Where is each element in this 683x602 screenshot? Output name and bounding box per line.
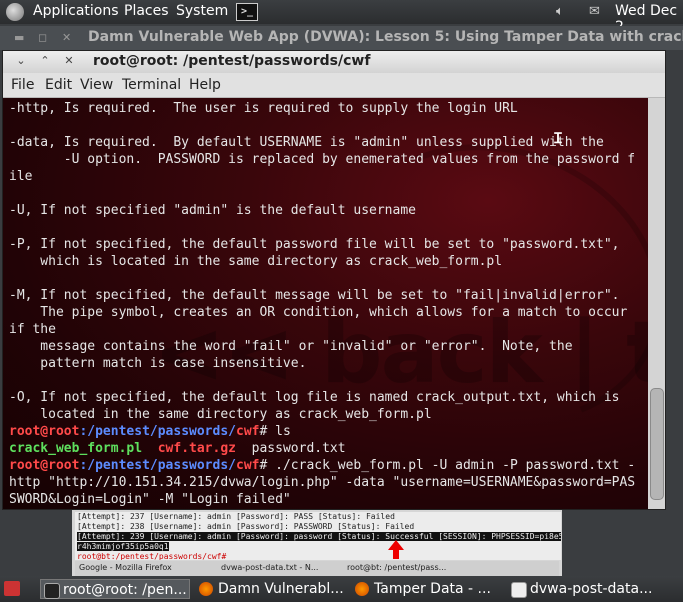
embedded-task: root@bt: /pentest/pass...: [347, 563, 447, 572]
chevron-up-icon[interactable]: ⌃: [37, 54, 53, 68]
menu-view[interactable]: View: [80, 77, 113, 93]
firefox-icon: [199, 582, 213, 596]
help-line: which is located in the same directory a…: [9, 254, 503, 269]
help-line: -M, If not specified, the default messag…: [9, 288, 620, 303]
command-run: SWORD&Login=Login" -M "Login failed": [9, 492, 291, 507]
minimize-icon[interactable]: ▬: [14, 31, 24, 44]
embedded-taskbar: Google - Mozilla Firefox dvwa-post-data.…: [75, 561, 559, 576]
terminal-title: root@root: /pentest/passwords/cwf: [93, 53, 371, 69]
help-line: message contains the word "fail" or "inv…: [9, 339, 573, 354]
command-run: http "http://10.151.34.215/dvwa/login.ph…: [9, 475, 636, 490]
menu-system[interactable]: System: [176, 3, 228, 19]
task-firefox-dvwa[interactable]: Damn Vulnerabl...: [196, 579, 346, 599]
menu-places[interactable]: Places: [124, 3, 169, 19]
help-line: The pipe symbol, creates an OR condition…: [9, 305, 628, 320]
close-icon[interactable]: ✕: [62, 31, 71, 44]
help-line: located in the same directory as crack_w…: [9, 407, 432, 422]
close-icon[interactable]: ✕: [61, 54, 77, 68]
menu-terminal[interactable]: Terminal: [122, 77, 181, 93]
volume-icon[interactable]: 🔈︎: [556, 4, 564, 19]
show-desktop-icon[interactable]: [4, 581, 20, 596]
terminal-menubar: File Edit View Terminal Help: [3, 73, 665, 98]
task-tamper-data[interactable]: Tamper Data - ...: [352, 579, 502, 599]
bottom-taskbar: root@root: /pen... Damn Vulnerabl... Tam…: [0, 576, 683, 602]
terminal-launcher-icon[interactable]: >_: [236, 3, 258, 21]
network-icon[interactable]: ✉: [589, 4, 600, 19]
firefox-icon: [355, 582, 369, 596]
top-panel: Applications Places System >_ 🔈︎ ✉ Wed D…: [0, 0, 683, 35]
terminal-icon: [44, 583, 60, 599]
prompt: root@root:/pentest/passwords/cwf#: [9, 424, 276, 439]
red-arrow-stem: [393, 549, 399, 559]
terminal-text: -http, Is required. The user is required…: [9, 100, 635, 508]
command-ls: ls: [275, 424, 291, 439]
embedded-terminal-output: [Attempt]: 237 [Username]: admin [Passwo…: [75, 512, 561, 560]
text-cursor-icon: Ｉ: [551, 131, 565, 147]
scrollbar-thumb[interactable]: [650, 388, 664, 500]
help-line: -data, Is required. By default USERNAME …: [9, 135, 604, 150]
prompt: root@root:/pentest/passwords/cwf#: [9, 458, 276, 473]
task-terminal[interactable]: root@root: /pen...: [40, 579, 190, 599]
menu-file[interactable]: File: [11, 77, 34, 93]
command-run: ./crack_web_form.pl -U admin -P password…: [275, 458, 636, 473]
distro-logo-icon[interactable]: [6, 3, 24, 21]
menu-edit[interactable]: Edit: [45, 77, 72, 93]
help-line: pattern match is case insensitive.: [9, 356, 307, 371]
help-line: -O, If not specified, the default log fi…: [9, 390, 620, 405]
help-line: if the: [9, 322, 56, 337]
terminal-scrollbar[interactable]: [648, 98, 665, 509]
task-text-editor[interactable]: dvwa-post-data...: [508, 579, 680, 599]
chevron-down-icon[interactable]: ⌄: [13, 54, 29, 68]
help-line: -U, If not specified "admin" is the defa…: [9, 203, 416, 218]
embedded-task: Google - Mozilla Firefox: [79, 563, 172, 572]
text-editor-icon: [511, 582, 527, 598]
help-line: -U option. PASSWORD is replaced by eneme…: [9, 152, 636, 167]
maximize-icon[interactable]: ◻: [38, 31, 47, 44]
embedded-task: dvwa-post-data.txt - N...: [221, 563, 319, 572]
menu-applications[interactable]: Applications: [33, 3, 119, 19]
ls-file: cwf.tar.gz: [157, 441, 236, 456]
ls-file: crack_web_form.pl: [9, 441, 143, 456]
help-line: -P, If not specified, the default passwo…: [9, 237, 620, 252]
help-line: ile: [9, 169, 33, 184]
terminal-titlebar[interactable]: ⌄ ⌃ ✕ root@root: /pentest/passwords/cwf: [3, 51, 665, 74]
ls-file: password.txt: [251, 441, 346, 456]
background-window-titlebar[interactable]: ▬ ◻ ✕ Damn Vulnerable Web App (DVWA): Le…: [0, 26, 683, 50]
embedded-screenshot: [Attempt]: 237 [Username]: admin [Passwo…: [72, 510, 562, 578]
background-window-title: Damn Vulnerable Web App (DVWA): Lesson 5…: [88, 29, 683, 45]
terminal-window: ⌄ ⌃ ✕ root@root: /pentest/passwords/cwf …: [2, 50, 666, 510]
menu-help[interactable]: Help: [189, 77, 221, 93]
terminal-output[interactable]: << back | track 5 -http, Is required. Th…: [3, 98, 649, 509]
help-text: -http, Is required. The user is required…: [9, 101, 635, 422]
help-line: -http, Is required. The user is required…: [9, 101, 518, 116]
